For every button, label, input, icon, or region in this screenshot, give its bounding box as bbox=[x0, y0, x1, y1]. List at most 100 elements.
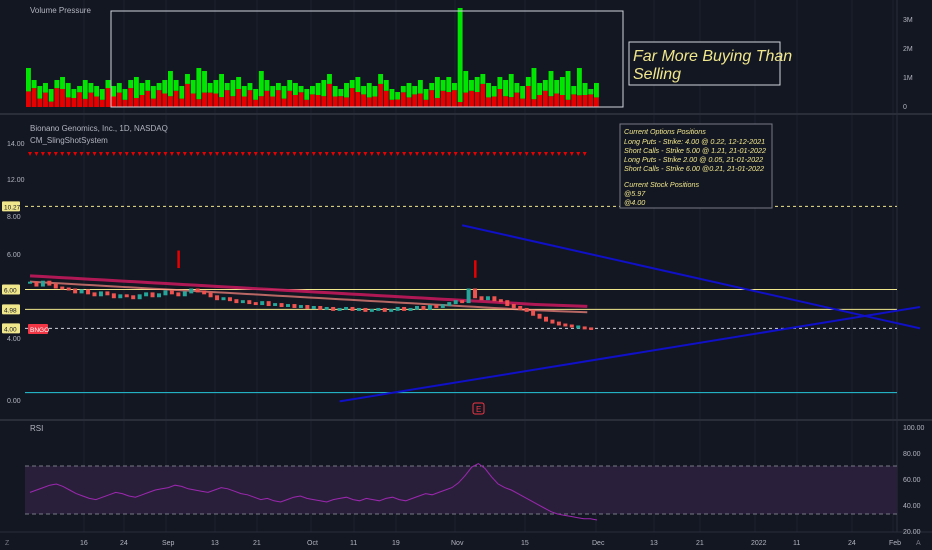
volume-bar-buy bbox=[304, 89, 310, 100]
volume-annotation[interactable]: Far More Buying Than Selling bbox=[628, 41, 792, 86]
time-tick: 24 bbox=[848, 540, 856, 547]
volume-bar-sell bbox=[37, 98, 43, 107]
volume-bar-sell bbox=[434, 98, 440, 107]
candle-down bbox=[556, 321, 561, 326]
volume-bar-buy bbox=[207, 83, 213, 93]
volume-bar-buy bbox=[111, 86, 117, 97]
candle-down bbox=[511, 304, 516, 308]
candle-up bbox=[576, 325, 581, 329]
candle-down bbox=[279, 303, 284, 307]
time-tick: Nov bbox=[451, 540, 464, 547]
volume-bar-sell bbox=[338, 96, 344, 107]
candle-down bbox=[215, 295, 220, 301]
volume-bar-buy bbox=[588, 89, 594, 95]
volume-bar-buy bbox=[576, 68, 582, 96]
candle-up bbox=[324, 306, 329, 310]
volume-bar-buy bbox=[434, 77, 440, 98]
volume-bar-buy bbox=[292, 83, 298, 95]
volume-bar-buy bbox=[321, 80, 327, 97]
volume-bar-buy bbox=[219, 74, 224, 98]
time-tick: Feb bbox=[889, 540, 901, 547]
candle-down bbox=[363, 307, 368, 312]
volume-bar-buy bbox=[332, 86, 338, 97]
time-tick: 11 bbox=[350, 540, 357, 547]
candle-down bbox=[92, 292, 97, 297]
volume-bar-buy bbox=[395, 92, 401, 100]
trading-chart[interactable]: Volume Pressure 3M 2M 1M 0 Far More Buyi… bbox=[0, 0, 932, 550]
volume-bar-buy bbox=[525, 77, 531, 86]
volume-bar-buy bbox=[298, 86, 304, 93]
volume-tick-2m: 2M bbox=[903, 46, 913, 53]
volume-bar-sell bbox=[111, 96, 117, 107]
candle-down bbox=[111, 293, 116, 299]
volume-bar-sell bbox=[54, 88, 60, 107]
candle-down bbox=[47, 280, 52, 286]
volume-bar-buy bbox=[497, 77, 503, 89]
volume-bar-sell bbox=[253, 99, 259, 107]
volume-bar-buy bbox=[202, 71, 207, 93]
signal-arrow bbox=[177, 250, 180, 269]
volume-bar-buy bbox=[258, 71, 264, 97]
candle-down bbox=[105, 291, 110, 296]
volume-bar-buy bbox=[355, 77, 361, 92]
candle-up bbox=[389, 308, 394, 312]
volume-bar-sell bbox=[99, 99, 105, 107]
volume-bar-buy bbox=[168, 71, 173, 97]
volume-bar-sell bbox=[457, 102, 463, 107]
volume-bar-buy bbox=[54, 80, 60, 89]
stock-positions-title: Current Stock Positions bbox=[624, 180, 700, 189]
volume-bar-sell bbox=[571, 94, 577, 107]
candle-down bbox=[382, 307, 387, 312]
volume-bar-buy bbox=[99, 89, 105, 100]
candle-down bbox=[505, 300, 510, 307]
volume-bar-buy bbox=[491, 86, 497, 97]
volume-bar-buy bbox=[548, 71, 554, 97]
volume-bar-sell bbox=[185, 83, 190, 107]
volume-bar-sell bbox=[480, 83, 486, 107]
timezone-toggle-icon[interactable]: Z bbox=[5, 540, 10, 547]
volume-bar-sell bbox=[576, 95, 582, 107]
volume-bar-sell bbox=[503, 96, 508, 107]
candle-down bbox=[524, 307, 529, 312]
volume-bar-buy bbox=[230, 80, 236, 97]
volume-pane-title: Volume Pressure bbox=[30, 6, 91, 15]
candle-down bbox=[331, 306, 336, 311]
volume-bar-buy bbox=[270, 86, 276, 97]
candle-down bbox=[60, 286, 65, 290]
rsi-tick-80: 80.00 bbox=[903, 451, 921, 458]
volume-bar-sell bbox=[315, 95, 321, 107]
volume-bar-sell bbox=[202, 92, 207, 107]
volume-bar-buy bbox=[26, 68, 31, 92]
volume-bar-buy bbox=[264, 80, 270, 91]
volume-bar-buy bbox=[452, 83, 457, 91]
volume-bar-sell bbox=[298, 92, 304, 107]
volume-tick-0: 0 bbox=[903, 104, 907, 111]
volume-bar-buy bbox=[361, 86, 366, 95]
candle-down bbox=[318, 306, 323, 310]
candle-down bbox=[518, 306, 523, 310]
volume-bar-buy bbox=[582, 83, 588, 95]
volume-bar-buy bbox=[537, 83, 543, 95]
volume-bar-sell bbox=[173, 90, 179, 107]
candle-up bbox=[344, 306, 349, 310]
volume-bar-buy bbox=[128, 80, 134, 89]
volume-bar-sell bbox=[412, 94, 418, 107]
candle-up bbox=[466, 288, 471, 304]
volume-bar-sell bbox=[162, 93, 168, 107]
volume-bar-buy bbox=[31, 80, 37, 89]
time-tick: 13 bbox=[650, 540, 658, 547]
auto-scale-icon[interactable]: A bbox=[916, 540, 921, 547]
volume-bar-sell bbox=[224, 90, 230, 107]
price-tick-8: 8.00 bbox=[7, 214, 21, 221]
volume-bar-buy bbox=[65, 83, 71, 98]
time-tick: 19 bbox=[392, 540, 400, 547]
volume-bar-sell bbox=[48, 101, 54, 107]
stock-position-2: @4.00 bbox=[624, 198, 645, 207]
volume-bar-sell bbox=[150, 98, 156, 107]
volume-bar-buy bbox=[190, 80, 196, 94]
candle-down bbox=[350, 306, 355, 311]
candle-up bbox=[182, 291, 187, 297]
volume-bar-buy bbox=[116, 83, 122, 93]
options-positions-box[interactable]: Current Options Positions Long Puts - St… bbox=[619, 123, 773, 209]
candle-down bbox=[569, 324, 574, 328]
